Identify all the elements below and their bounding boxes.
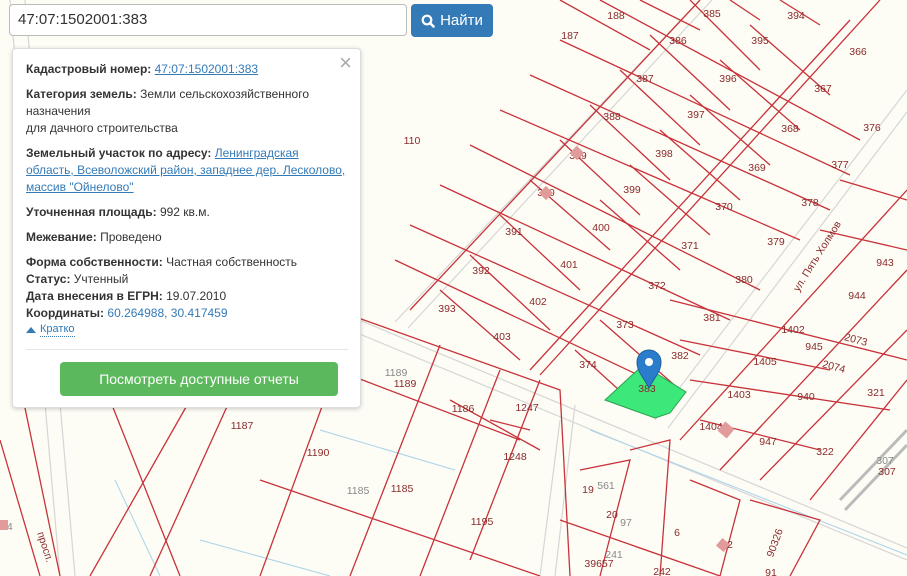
- ownership-label: Форма собственности:: [26, 255, 163, 269]
- parcel-label: 322: [816, 446, 834, 458]
- parcel-label: 395: [751, 35, 769, 47]
- street-label: просп.: [34, 530, 55, 563]
- coords-value[interactable]: 60.264988, 30.417459: [107, 306, 227, 320]
- parcel-label: 400: [592, 222, 610, 234]
- status-label: Статус:: [26, 272, 71, 286]
- survey-value: Проведено: [100, 230, 162, 244]
- status-value: Учтенный: [73, 272, 129, 286]
- parcel-label: 944: [848, 290, 866, 302]
- parcel-label: 399: [623, 184, 641, 196]
- parcel-label: 366: [849, 46, 867, 58]
- parcel-label: 945: [805, 341, 823, 353]
- parcel-label: 393: [438, 303, 456, 315]
- parcel-label: 6: [674, 527, 680, 539]
- parcel-label: 373: [616, 319, 634, 331]
- parcel-label: 2074: [821, 358, 847, 376]
- parcel-label: 402: [529, 296, 547, 308]
- parcel-label: 1403: [727, 389, 751, 401]
- parcel-label: 386: [669, 35, 687, 47]
- cadastral-label: Кадастровый номер:: [26, 62, 152, 76]
- parcel-label: 321: [867, 387, 885, 399]
- parcel-label: 1189: [394, 378, 417, 390]
- parcel-label: 91: [765, 567, 777, 576]
- parcel-label: 398: [655, 148, 673, 160]
- parcel-label: 943: [876, 257, 894, 269]
- parcel-label: 1190: [307, 447, 330, 459]
- parcel-label: 385: [703, 8, 721, 20]
- coords-label: Координаты:: [26, 306, 105, 320]
- collapse-toggle[interactable]: Кратко: [26, 323, 348, 337]
- area-label: Уточненная площадь:: [26, 205, 157, 219]
- parcel-label: 374: [579, 359, 597, 371]
- parcel-label: 368: [781, 123, 799, 135]
- parcel-label: 1405: [753, 356, 777, 368]
- parcel-label: 1248: [503, 451, 527, 463]
- parcel-label: 1185: [347, 485, 370, 497]
- parcel-label: 940: [797, 391, 815, 403]
- cadastral-search-input[interactable]: 47:07:1502001:383: [9, 4, 407, 36]
- parcel-label: 947: [759, 436, 777, 448]
- parcel-label: 1185: [391, 483, 414, 495]
- parcel-label: 20: [606, 509, 618, 521]
- parcel-label: 97: [620, 517, 632, 529]
- usage-value: для дачного строительства: [26, 121, 178, 135]
- divider: [26, 349, 348, 350]
- caret-up-icon: [26, 327, 36, 333]
- parcel-label: 1186: [452, 403, 475, 415]
- collapse-toggle-label: Кратко: [40, 323, 75, 337]
- parcel-label: 396: [719, 73, 737, 85]
- parcel-label: 110: [404, 135, 421, 147]
- parcel-label: 561: [597, 480, 615, 492]
- parcel-label: 370: [715, 201, 733, 213]
- parcel-label: 376: [863, 122, 881, 134]
- parcel-label: 382: [671, 350, 689, 362]
- parcel-label: 387: [636, 73, 654, 85]
- parcel-label: 1247: [515, 402, 539, 414]
- parcel-label: 369: [748, 162, 766, 174]
- parcel-label: 1195: [471, 516, 494, 528]
- date-value: 19.07.2010: [166, 289, 227, 303]
- parcel-label: 187: [561, 30, 579, 42]
- parcel-label: 377: [831, 159, 849, 171]
- parcel-label: 1187: [231, 420, 254, 432]
- parcel-label: 391: [505, 226, 523, 238]
- search-button[interactable]: Найти: [411, 4, 493, 37]
- parcel-label: 241: [605, 549, 623, 561]
- parcel-label: 394: [787, 10, 805, 22]
- parcel-label: 1402: [781, 324, 805, 336]
- parcel-label: 188: [607, 10, 625, 22]
- parcel-label: 380: [735, 274, 753, 286]
- parcel-label: 372: [648, 280, 666, 292]
- parcel-label: 388: [603, 111, 621, 123]
- parcel-label: 381: [703, 312, 721, 324]
- search-icon: [421, 14, 435, 28]
- survey-label: Межевание:: [26, 230, 97, 244]
- date-label: Дата внесения в ЕГРН:: [26, 289, 163, 303]
- ownership-value: Частная собственность: [166, 255, 298, 269]
- search-button-label: Найти: [440, 12, 483, 29]
- area-value: 992 кв.м.: [159, 205, 210, 219]
- parcel-label: 367: [814, 83, 832, 95]
- parcel-label: 307: [878, 466, 896, 478]
- parcel-label: 378: [801, 197, 819, 209]
- parcel-label: 392: [472, 265, 490, 277]
- parcel-label: 90326: [765, 527, 786, 559]
- address-label: Земельный участок по адресу:: [26, 146, 212, 160]
- parcel-label: 2073: [843, 331, 869, 349]
- parcel-label: 403: [493, 331, 511, 343]
- category-label: Категория земель:: [26, 87, 137, 101]
- parcel-info-panel: × Кадастровый номер: 47:07:1502001:383 К…: [12, 48, 361, 408]
- close-icon[interactable]: ×: [339, 51, 352, 75]
- parcel-label: 371: [681, 240, 699, 252]
- view-reports-button[interactable]: Посмотреть доступные отчеты: [60, 362, 338, 396]
- parcel-label: 401: [560, 259, 578, 271]
- parcel-label: 397: [687, 109, 705, 121]
- parcel-label: 242: [653, 566, 671, 576]
- parcel-label: 19: [582, 484, 594, 496]
- parcel-label: 379: [767, 236, 785, 248]
- cadastral-number-link[interactable]: 47:07:1502001:383: [155, 62, 258, 76]
